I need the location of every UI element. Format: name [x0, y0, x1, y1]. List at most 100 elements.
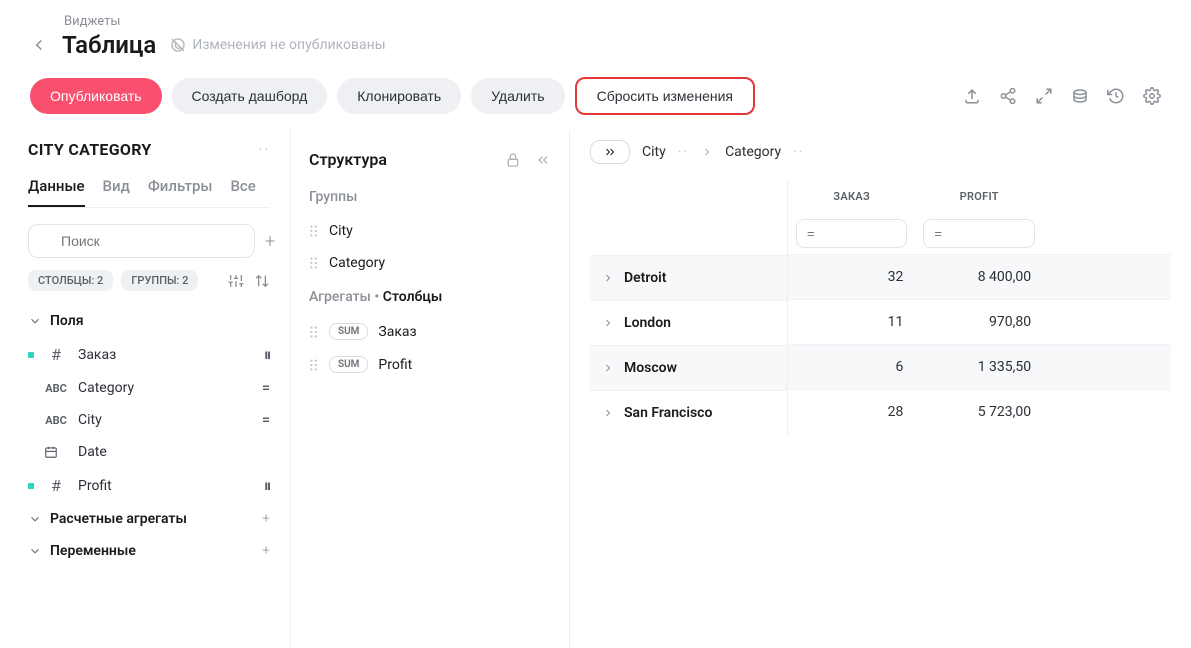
active-indicator — [28, 449, 34, 455]
col-header-1[interactable]: ЗАКАЗ — [788, 180, 916, 213]
field-row[interactable]: # Заказıı — [28, 337, 270, 372]
fields-section-label: Поля — [50, 313, 84, 329]
group-name: City — [329, 223, 353, 239]
columns-chip[interactable]: СТОЛБЦЫ: 2 — [28, 270, 113, 291]
tab-all[interactable]: Все — [230, 177, 255, 207]
collapse-panel-icon[interactable] — [535, 152, 551, 168]
equals-icon[interactable]: = — [262, 412, 270, 428]
field-row[interactable]: #Profitıı — [28, 468, 270, 503]
function-badge: SUM — [329, 323, 368, 340]
aggregate-item[interactable]: SUM Profit — [309, 348, 551, 381]
aggregates-columns-label: Агрегаты • Столбцы — [309, 289, 551, 305]
tab-data[interactable]: Данные — [28, 177, 85, 207]
delete-button[interactable]: Удалить — [471, 78, 564, 114]
crumb-city[interactable]: City — [642, 144, 666, 160]
table-row[interactable]: Detroit328 400,00 — [590, 255, 1171, 300]
dataset-menu[interactable]: ·· — [259, 142, 270, 158]
pause-icon[interactable]: ıı — [264, 478, 270, 494]
pause-icon[interactable]: ıı — [264, 347, 270, 363]
group-item[interactable]: City — [309, 215, 551, 247]
cell-value: 970,80 — [915, 300, 1043, 345]
breadcrumb-parent[interactable]: Виджеты — [64, 14, 120, 29]
drag-handle-icon[interactable] — [309, 224, 319, 238]
row-name: Detroit — [624, 270, 666, 286]
add-field-button[interactable]: + — [265, 231, 275, 252]
variables-label: Переменные — [50, 543, 136, 559]
group-item[interactable]: Category — [309, 247, 551, 279]
clone-button[interactable]: Клонировать — [337, 78, 461, 114]
crumb-category[interactable]: Category — [725, 144, 781, 160]
cell-value: 1 335,50 — [915, 345, 1043, 390]
cell-value: 6 — [788, 345, 916, 390]
drag-handle-icon[interactable] — [309, 358, 319, 372]
expand-row-icon[interactable] — [602, 407, 614, 419]
add-calc-aggregate[interactable]: + — [262, 511, 270, 527]
back-button[interactable] — [30, 36, 48, 54]
calc-aggregates-toggle[interactable]: Расчетные агрегаты + — [28, 503, 270, 535]
cell-value: 8 400,00 — [915, 255, 1043, 300]
filter-settings-icon[interactable] — [228, 273, 244, 289]
table-row[interactable]: Moscow 61 335,50 — [590, 345, 1171, 390]
groups-label: Группы — [309, 189, 551, 205]
filter-input-col1[interactable] — [796, 219, 907, 248]
publish-button[interactable]: Опубликовать — [30, 78, 162, 114]
field-row[interactable]: ABCCategory= — [28, 372, 270, 404]
chevron-right-icon — [701, 146, 713, 158]
lock-icon[interactable] — [505, 152, 521, 168]
crumb-separator: ·· — [678, 144, 689, 160]
row-name: Moscow — [624, 360, 677, 376]
expand-row-icon[interactable] — [602, 362, 614, 374]
date-type-icon — [44, 445, 68, 459]
groups-chip[interactable]: ГРУППЫ: 2 — [121, 270, 198, 291]
create-dashboard-button[interactable]: Создать дашборд — [172, 78, 328, 114]
calc-aggregates-label: Расчетные агрегаты — [50, 511, 187, 527]
cell-value: 5 723,00 — [915, 390, 1043, 435]
settings-icon[interactable] — [1143, 87, 1161, 105]
chevron-down-icon — [28, 512, 42, 526]
share-icon[interactable] — [999, 87, 1017, 105]
drag-handle-icon[interactable] — [309, 325, 319, 339]
field-row[interactable]: Date — [28, 436, 270, 468]
expand-row-icon[interactable] — [602, 317, 614, 329]
cell-value: 11 — [788, 300, 916, 345]
sort-icon[interactable] — [254, 273, 270, 289]
text-type-icon: ABC — [44, 382, 68, 395]
col-header-2[interactable]: PROFIT — [915, 180, 1043, 213]
expand-row-icon[interactable] — [602, 272, 614, 284]
fields-section-toggle[interactable]: Поля — [28, 305, 270, 337]
table-row[interactable]: San Francisco285 723,00 — [590, 390, 1171, 435]
aggregate-name: Profit — [378, 357, 412, 373]
expand-all-button[interactable] — [590, 140, 630, 164]
history-icon[interactable] — [1107, 87, 1125, 105]
export-icon[interactable] — [963, 87, 981, 105]
aggregate-item[interactable]: SUM Заказ — [309, 315, 551, 348]
variables-toggle[interactable]: Переменные + — [28, 535, 270, 567]
unpublished-badge: Изменения не опубликованы — [170, 37, 385, 53]
drag-handle-icon[interactable] — [309, 256, 319, 270]
function-badge: SUM — [329, 356, 368, 373]
active-indicator — [28, 417, 34, 423]
active-indicator — [28, 385, 34, 391]
tab-filters[interactable]: Фильтры — [148, 177, 213, 207]
active-indicator — [28, 352, 34, 358]
number-type-icon: # — [44, 476, 68, 495]
filter-input-col2[interactable] — [923, 219, 1035, 248]
unpublished-icon — [170, 37, 186, 53]
field-name: Date — [78, 444, 270, 460]
tab-view[interactable]: Вид — [103, 177, 130, 207]
field-row[interactable]: ABC City = — [28, 404, 270, 436]
text-type-icon: ABC — [44, 414, 68, 427]
table-row[interactable]: London 11970,80 — [590, 300, 1171, 345]
reset-changes-button[interactable]: Сбросить изменения — [575, 77, 755, 115]
equals-icon[interactable]: = — [262, 380, 270, 396]
number-type-icon: # — [44, 345, 68, 364]
layers-icon[interactable] — [1071, 87, 1089, 105]
add-variable[interactable]: + — [262, 543, 270, 559]
field-name: Заказ — [78, 347, 254, 363]
row-name: London — [624, 315, 671, 331]
fullscreen-icon[interactable] — [1035, 87, 1053, 105]
aggregate-name: Заказ — [378, 324, 416, 340]
crumb-separator: ·· — [793, 144, 804, 160]
search-input[interactable] — [28, 224, 255, 258]
field-name: City — [78, 412, 252, 428]
